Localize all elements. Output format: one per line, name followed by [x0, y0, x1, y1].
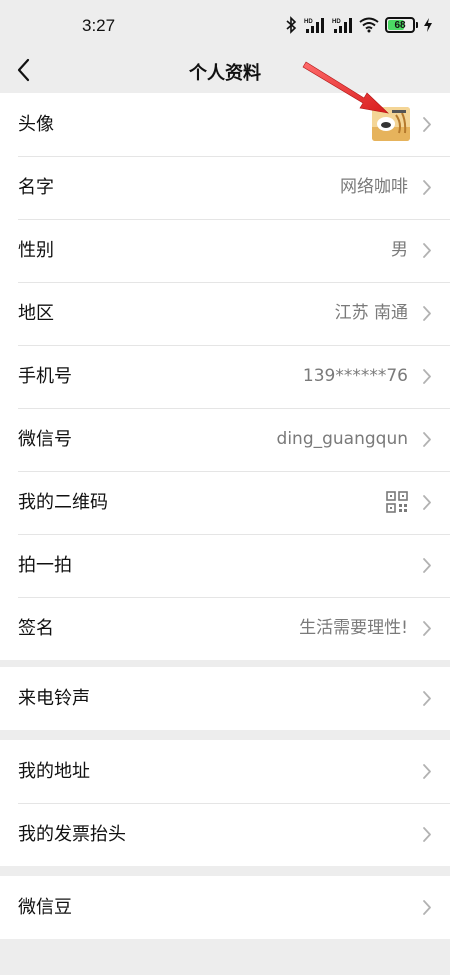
status-icons: HD HD 68 — [285, 14, 432, 36]
row-label: 我的地址 — [18, 761, 90, 782]
chevron-right-icon — [423, 558, 431, 573]
signal-hd-icon: HD — [332, 18, 352, 33]
ringtone-group: 来电铃声 — [0, 667, 450, 730]
row-pat[interactable]: 拍一拍 — [0, 534, 450, 597]
chevron-right-icon — [423, 495, 431, 510]
row-label: 微信豆 — [18, 897, 72, 918]
wifi-icon — [359, 17, 379, 33]
nav-bar: 个人资料 — [0, 50, 450, 92]
row-wechat-id[interactable]: 微信号 ding_guangqun — [0, 408, 450, 471]
charging-icon — [424, 18, 432, 32]
bluetooth-icon — [286, 16, 297, 34]
row-label: 性别 — [18, 240, 54, 261]
row-avatar[interactable]: 头像 — [0, 93, 450, 156]
chevron-right-icon — [423, 827, 431, 842]
row-label: 拍一拍 — [18, 555, 72, 576]
row-ringtone[interactable]: 来电铃声 — [0, 667, 450, 730]
status-time: 3:27 — [82, 16, 116, 35]
row-my-address[interactable]: 我的地址 — [0, 740, 450, 803]
battery-icon: 68 — [385, 17, 415, 33]
row-label: 我的二维码 — [18, 492, 108, 513]
profile-group: 头像 名字 网络咖啡 性别 男 地区 江苏 南通 手机号 139******76… — [0, 93, 450, 660]
row-signature[interactable]: 签名 生活需要理性! — [0, 597, 450, 660]
chevron-right-icon — [423, 621, 431, 636]
row-value: 男 — [391, 240, 408, 260]
chevron-right-icon — [423, 369, 431, 384]
address-group: 我的地址 我的发票抬头 — [0, 740, 450, 866]
row-value: 江苏 南通 — [334, 303, 408, 323]
chevron-right-icon — [423, 764, 431, 779]
row-label: 微信号 — [18, 429, 72, 450]
battery-percent: 68 — [394, 19, 406, 31]
row-label: 名字 — [18, 177, 54, 198]
beans-group: 微信豆 — [0, 876, 450, 939]
row-value: 139******76 — [302, 366, 408, 386]
row-label: 地区 — [18, 303, 54, 324]
chevron-right-icon — [423, 306, 431, 321]
row-phone[interactable]: 手机号 139******76 — [0, 345, 450, 408]
chevron-right-icon — [423, 691, 431, 706]
row-label: 来电铃声 — [18, 688, 90, 709]
row-label: 签名 — [18, 618, 54, 639]
row-name[interactable]: 名字 网络咖啡 — [0, 156, 450, 219]
chevron-right-icon — [423, 432, 431, 447]
row-value: ding_guangqun — [276, 429, 408, 449]
avatar — [372, 107, 410, 141]
svg-text:HD: HD — [304, 19, 313, 25]
page-title: 个人资料 — [189, 63, 261, 84]
chevron-right-icon — [423, 180, 431, 195]
row-wechat-beans[interactable]: 微信豆 — [0, 876, 450, 939]
row-invoice-title[interactable]: 我的发票抬头 — [0, 803, 450, 866]
row-label: 手机号 — [18, 366, 72, 387]
chevron-right-icon — [423, 900, 431, 915]
row-value: 网络咖啡 — [340, 177, 408, 197]
status-bar: 3:27 HD HD 68 — [0, 0, 450, 50]
chevron-right-icon — [423, 243, 431, 258]
svg-text:HD: HD — [332, 19, 341, 25]
row-value: 生活需要理性! — [299, 618, 408, 638]
row-label: 头像 — [18, 114, 54, 135]
row-region[interactable]: 地区 江苏 南通 — [0, 282, 450, 345]
row-gender[interactable]: 性别 男 — [0, 219, 450, 282]
chevron-right-icon — [423, 117, 431, 132]
qr-code-icon — [386, 491, 408, 513]
row-qr-code[interactable]: 我的二维码 — [0, 471, 450, 534]
row-label: 我的发票抬头 — [18, 824, 126, 845]
signal-hd-icon: HD — [304, 18, 324, 33]
